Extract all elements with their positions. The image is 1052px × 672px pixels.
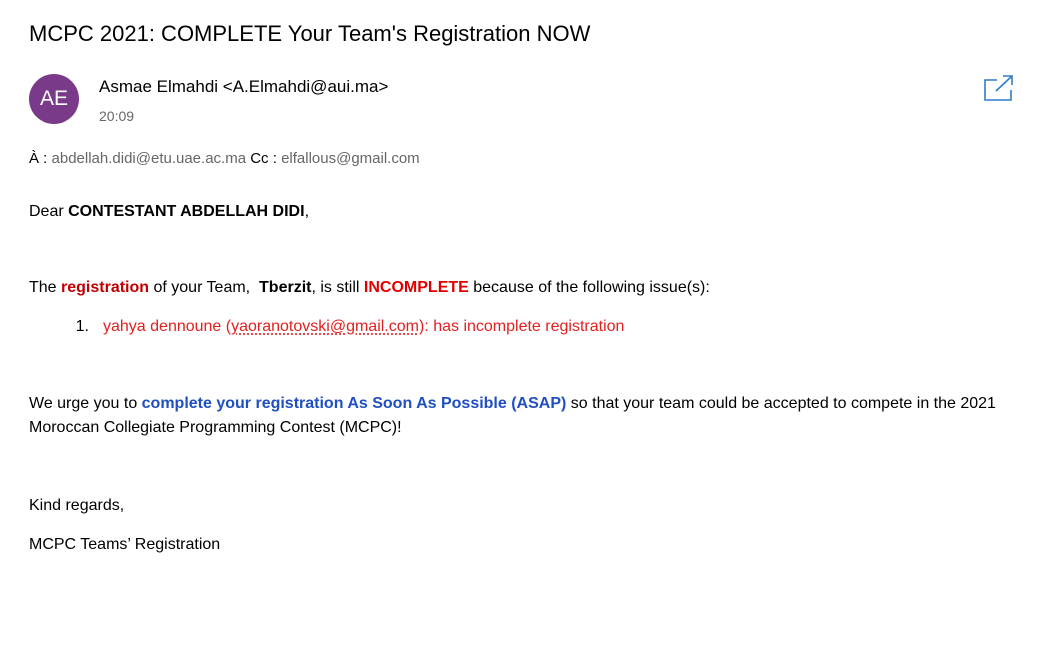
sender-name[interactable]: Asmae Elmahdi <A.Elmahdi@aui.ma> bbox=[99, 76, 388, 98]
team-text-3: , is still bbox=[311, 279, 364, 296]
team-text-2: of your Team, bbox=[149, 279, 260, 296]
team-status-paragraph: The registration of your Team, Tberzit, … bbox=[29, 276, 710, 300]
issue-number: 1. bbox=[75, 318, 89, 335]
asap-highlight: complete your registration As Soon As Po… bbox=[141, 395, 567, 412]
email-subject: MCPC 2021: COMPLETE Your Team's Registra… bbox=[29, 21, 591, 46]
signature: MCPC Teams’ Registration bbox=[29, 536, 221, 553]
incomplete-word: INCOMPLETE bbox=[363, 279, 469, 296]
team-name: Tberzit bbox=[259, 279, 312, 296]
to-label: À : bbox=[29, 150, 48, 167]
cc-label: Cc : bbox=[250, 150, 277, 167]
urge-text-1: We urge you to bbox=[29, 395, 142, 412]
urge-paragraph: We urge you to complete your registratio… bbox=[29, 392, 1029, 440]
to-address[interactable]: abdellah.didi@etu.uae.ac.ma bbox=[52, 150, 247, 167]
issue-text: yahya dennoune (yaoranotovski@gmail.com)… bbox=[103, 318, 624, 335]
issue-suffix: ): has incomplete registration bbox=[418, 318, 625, 335]
cc-address[interactable]: elfallous@gmail.com bbox=[281, 150, 420, 167]
closing: Kind regards, bbox=[29, 497, 125, 514]
list-item: 1. yahya dennoune (yaoranotovski@gmail.co… bbox=[29, 315, 625, 339]
popout-icon[interactable] bbox=[983, 74, 1015, 102]
greeting-suffix: , bbox=[304, 203, 310, 220]
greeting: Dear CONTESTANT ABDELLAH DIDI, bbox=[29, 200, 309, 224]
issue-list: 1. yahya dennoune (yaoranotovski@gmail.co… bbox=[29, 315, 625, 339]
team-text-1: The bbox=[29, 279, 62, 296]
greeting-name: CONTESTANT ABDELLAH DIDI bbox=[68, 203, 305, 220]
issue-email-link[interactable]: yaoranotovski@gmail.com bbox=[231, 318, 419, 335]
team-text-4: because of the following issue(s): bbox=[468, 279, 710, 296]
greeting-prefix: Dear bbox=[29, 203, 69, 220]
recipients-line: À : abdellah.didi@etu.uae.ac.ma Cc : elf… bbox=[29, 149, 420, 169]
registration-word: registration bbox=[61, 279, 150, 296]
sender-avatar[interactable]: AE bbox=[29, 74, 79, 124]
sent-time: 20:09 bbox=[99, 108, 135, 124]
issue-name: yahya dennoune ( bbox=[103, 318, 232, 335]
